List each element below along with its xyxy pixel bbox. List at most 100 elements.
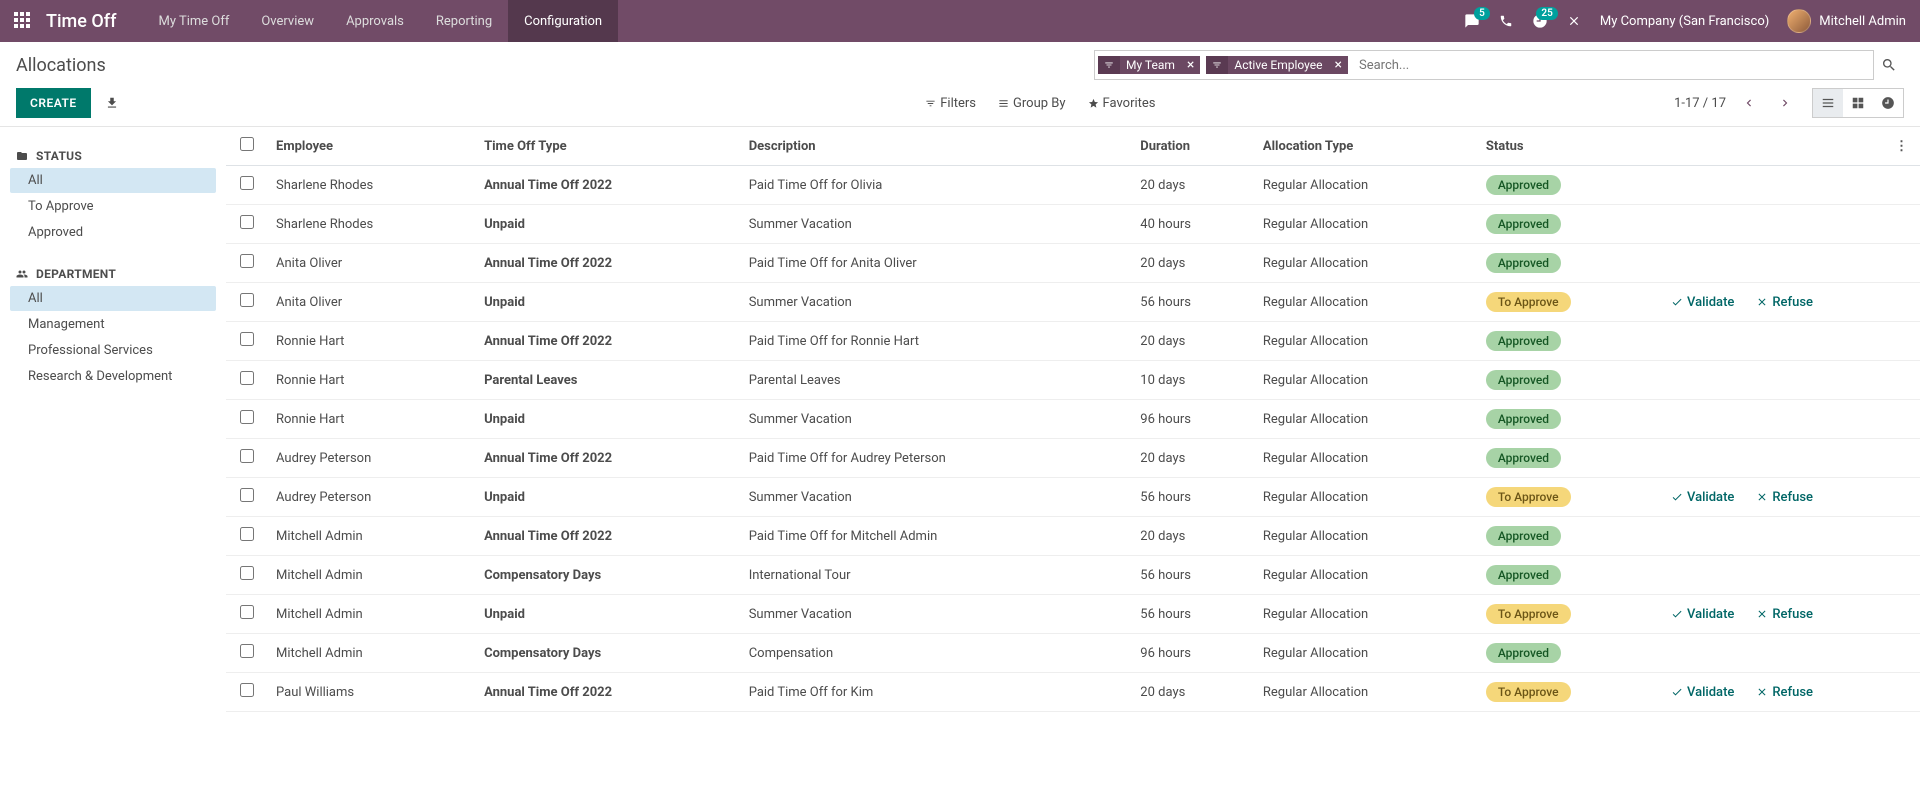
allocations-table: Employee Time Off Type Description Durat… — [226, 127, 1920, 712]
export-icon[interactable] — [105, 96, 119, 110]
search-input[interactable] — [1351, 58, 1873, 73]
row-checkbox[interactable] — [240, 683, 254, 697]
status-badge: Approved — [1486, 331, 1561, 351]
table-row[interactable]: Audrey PetersonAnnual Time Off 2022Paid … — [226, 439, 1920, 478]
refuse-button[interactable]: Refuse — [1756, 685, 1813, 700]
status-item-approved[interactable]: Approved — [10, 220, 216, 245]
table-row[interactable]: Ronnie HartAnnual Time Off 2022Paid Time… — [226, 322, 1920, 361]
col-desc[interactable]: Description — [741, 127, 1133, 166]
validate-button[interactable]: Validate — [1671, 685, 1734, 700]
dept-item-all[interactable]: All — [10, 286, 216, 311]
columns-menu-icon[interactable]: ⋮ — [1891, 135, 1912, 158]
view-switcher — [1812, 88, 1904, 118]
search-bar[interactable]: My Team×Active Employee× — [1094, 50, 1874, 80]
cell-alloc: Regular Allocation — [1255, 283, 1478, 322]
groupby-button[interactable]: Group By — [998, 96, 1066, 111]
nav-reporting[interactable]: Reporting — [420, 0, 508, 42]
select-all-checkbox[interactable] — [240, 137, 254, 151]
row-checkbox[interactable] — [240, 293, 254, 307]
row-checkbox[interactable] — [240, 332, 254, 346]
row-checkbox[interactable] — [240, 254, 254, 268]
row-checkbox[interactable] — [240, 371, 254, 385]
nav-approvals[interactable]: Approvals — [330, 0, 420, 42]
row-checkbox[interactable] — [240, 215, 254, 229]
refuse-button[interactable]: Refuse — [1756, 295, 1813, 310]
row-checkbox[interactable] — [240, 449, 254, 463]
cell-type: Annual Time Off 2022 — [476, 439, 741, 478]
col-duration[interactable]: Duration — [1132, 127, 1255, 166]
validate-button[interactable]: Validate — [1671, 490, 1734, 505]
table-row[interactable]: Ronnie HartUnpaidSummer Vacation96 hours… — [226, 400, 1920, 439]
row-checkbox[interactable] — [240, 644, 254, 658]
activity-badge: 25 — [1536, 7, 1557, 20]
cell-duration: 20 days — [1132, 517, 1255, 556]
cell-alloc: Regular Allocation — [1255, 361, 1478, 400]
cell-duration: 20 days — [1132, 322, 1255, 361]
facet-remove[interactable]: × — [1329, 57, 1348, 73]
table-row[interactable]: Ronnie HartParental LeavesParental Leave… — [226, 361, 1920, 400]
messages-icon[interactable]: 5 — [1464, 13, 1480, 29]
table-row[interactable]: Anita OliverUnpaidSummer Vacation56 hour… — [226, 283, 1920, 322]
favorites-button[interactable]: Favorites — [1088, 96, 1156, 111]
cell-desc: Paid Time Off for Kim — [741, 673, 1133, 712]
cell-alloc: Regular Allocation — [1255, 673, 1478, 712]
col-status[interactable]: Status — [1478, 127, 1663, 166]
nav-overview[interactable]: Overview — [245, 0, 330, 42]
cell-duration: 40 hours — [1132, 205, 1255, 244]
col-type[interactable]: Time Off Type — [476, 127, 741, 166]
nav-configuration[interactable]: Configuration — [508, 0, 618, 42]
nav-my-time-off[interactable]: My Time Off — [142, 0, 245, 42]
table-row[interactable]: Anita OliverAnnual Time Off 2022Paid Tim… — [226, 244, 1920, 283]
table-row[interactable]: Sharlene RhodesAnnual Time Off 2022Paid … — [226, 166, 1920, 205]
filters-button[interactable]: Filters — [925, 96, 976, 111]
cell-desc: Summer Vacation — [741, 205, 1133, 244]
facet-remove[interactable]: × — [1181, 57, 1200, 73]
cell-type: Unpaid — [476, 205, 741, 244]
dept-item-management[interactable]: Management — [10, 312, 216, 337]
row-checkbox[interactable] — [240, 176, 254, 190]
table-row[interactable]: Mitchell AdminAnnual Time Off 2022Paid T… — [226, 517, 1920, 556]
table-row[interactable]: Paul WilliamsAnnual Time Off 2022Paid Ti… — [226, 673, 1920, 712]
pager-next[interactable] — [1772, 92, 1798, 114]
row-checkbox[interactable] — [240, 605, 254, 619]
create-button[interactable]: CREATE — [16, 88, 91, 118]
kanban-view-button[interactable] — [1843, 89, 1873, 117]
table-row[interactable]: Audrey PetersonUnpaidSummer Vacation56 h… — [226, 478, 1920, 517]
phone-icon[interactable] — [1498, 13, 1514, 29]
table-row[interactable]: Mitchell AdminUnpaidSummer Vacation56 ho… — [226, 595, 1920, 634]
cell-desc: Summer Vacation — [741, 283, 1133, 322]
list-view-button[interactable] — [1813, 89, 1843, 117]
cell-alloc: Regular Allocation — [1255, 595, 1478, 634]
search-icon[interactable] — [1874, 57, 1904, 73]
table-row[interactable]: Sharlene RhodesUnpaidSummer Vacation40 h… — [226, 205, 1920, 244]
company-switcher[interactable]: My Company (San Francisco) — [1600, 14, 1769, 29]
pager-prev[interactable] — [1736, 92, 1762, 114]
status-badge: Approved — [1486, 565, 1561, 585]
col-alloc[interactable]: Allocation Type — [1255, 127, 1478, 166]
activity-icon[interactable]: 25 — [1532, 13, 1548, 29]
status-item-to-approve[interactable]: To Approve — [10, 194, 216, 219]
table-row[interactable]: Mitchell AdminCompensatory DaysCompensat… — [226, 634, 1920, 673]
row-checkbox[interactable] — [240, 488, 254, 502]
col-employee[interactable]: Employee — [268, 127, 476, 166]
activity-view-button[interactable] — [1873, 89, 1903, 117]
dept-item-research-development[interactable]: Research & Development — [10, 364, 216, 389]
refuse-button[interactable]: Refuse — [1756, 607, 1813, 622]
status-item-all[interactable]: All — [10, 168, 216, 193]
row-checkbox[interactable] — [240, 410, 254, 424]
cell-alloc: Regular Allocation — [1255, 322, 1478, 361]
table-row[interactable]: Mitchell AdminCompensatory DaysInternati… — [226, 556, 1920, 595]
validate-button[interactable]: Validate — [1671, 295, 1734, 310]
user-menu[interactable]: Mitchell Admin — [1787, 9, 1906, 33]
cell-desc: Paid Time Off for Mitchell Admin — [741, 517, 1133, 556]
cell-desc: Summer Vacation — [741, 478, 1133, 517]
debug-close-icon[interactable] — [1566, 13, 1582, 29]
cell-duration: 56 hours — [1132, 283, 1255, 322]
refuse-button[interactable]: Refuse — [1756, 490, 1813, 505]
dept-item-professional-services[interactable]: Professional Services — [10, 338, 216, 363]
cell-type: Annual Time Off 2022 — [476, 166, 741, 205]
row-checkbox[interactable] — [240, 566, 254, 580]
apps-icon[interactable] — [14, 12, 32, 30]
row-checkbox[interactable] — [240, 527, 254, 541]
validate-button[interactable]: Validate — [1671, 607, 1734, 622]
